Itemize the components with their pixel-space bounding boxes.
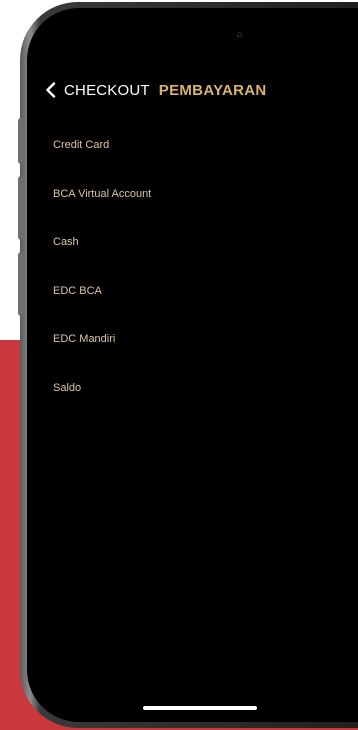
payment-method-list: Credit Card BCA Virtual Account Cash EDC…	[53, 126, 333, 412]
home-indicator[interactable]	[143, 706, 257, 710]
page-title: PEMBAYARAN	[158, 81, 267, 99]
payment-method-item-cash[interactable]: Cash	[53, 218, 333, 267]
camera-dot-icon: ⌂	[237, 29, 244, 40]
payment-method-item-bca-virtual-account[interactable]: BCA Virtual Account	[53, 170, 333, 219]
phone-volume-up-button	[18, 176, 24, 240]
payment-method-item-edc-bca[interactable]: EDC BCA	[53, 267, 333, 316]
payment-method-item-edc-mandiri[interactable]: EDC Mandiri	[53, 315, 333, 364]
phone-volume-down-button	[18, 252, 24, 316]
payment-method-item-credit-card[interactable]: Credit Card	[53, 121, 333, 170]
back-to-checkout-link[interactable]: CHECKOUT	[64, 82, 150, 99]
phone-silent-switch	[18, 118, 24, 164]
chevron-left-icon[interactable]	[45, 81, 61, 99]
phone-screen: ⌂ CHECKOUT PEMBAYARAN Credit Card BCA Vi…	[27, 8, 358, 722]
header-bar: CHECKOUT PEMBAYARAN	[45, 78, 267, 102]
payment-method-item-saldo[interactable]: Saldo	[53, 364, 333, 413]
